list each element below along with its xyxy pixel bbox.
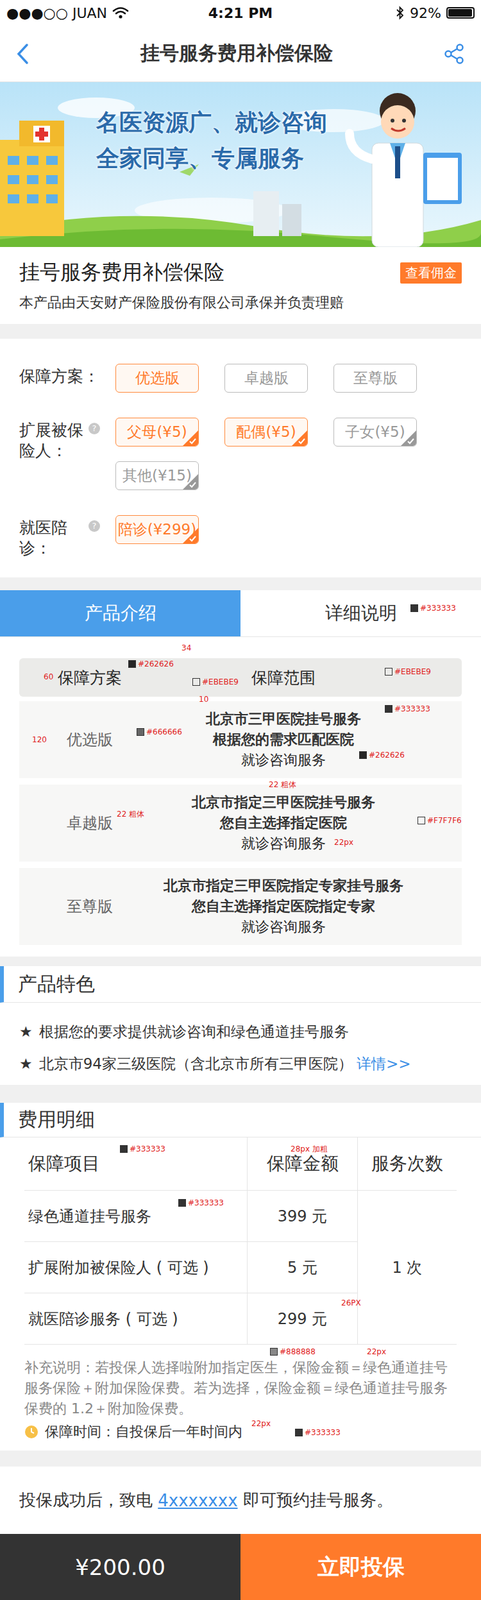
option-group: 就医陪诊：?陪诊(¥299) (19, 514, 462, 559)
help-icon[interactable]: ? (88, 520, 101, 532)
check-corner-icon (291, 430, 308, 446)
feature-item: ★北京市94家三级医院（含北京市所有三甲医院）详情>> (19, 1047, 462, 1080)
wifi-icon (112, 6, 129, 20)
design-annotation: 60 (43, 672, 54, 682)
cost-item: 扩展附加被保险人 ( 可选 ) (24, 1241, 247, 1293)
design-annotation: 26PX (341, 1298, 362, 1308)
page: ●●●○○ JUAN4:21 PM92%挂号服务费用补偿保险名医资源广、就诊咨询… (0, 0, 481, 1600)
coverage-header: 保障方案保障范围 (19, 658, 462, 697)
contact-line: 投保成功后，致电 4xxxxxxx 即可预约挂号服务。 (0, 1466, 481, 1534)
cost-column-header: 服务次数 (357, 1137, 457, 1191)
design-annotation: 22px (251, 1418, 271, 1428)
tab[interactable]: 详细说明 (240, 590, 481, 637)
carrier: ●●●○○ JUAN (6, 5, 108, 22)
tab-bar: 产品介绍详细说明 (0, 590, 481, 637)
clock: 4:21 PM (208, 5, 273, 22)
product-title: 挂号服务费用补偿保险 (19, 258, 225, 287)
options-panel: 保障方案：优选版卓越版至尊版扩展被保险人：?父母(¥5) 配偶(¥5) 子女(¥5)… (0, 338, 481, 578)
design-annotation: #333333 (384, 704, 431, 714)
cost-note: 补充说明：若投保人选择啦附加指定医生，保险金额＝绿色通道挂号服务保险＋附加保险保… (24, 1357, 457, 1419)
help-icon[interactable]: ? (88, 422, 101, 435)
design-annotation: #262626 (359, 750, 405, 760)
option-label: 保障方案： (19, 363, 116, 393)
details-link[interactable]: 详情>> (356, 1053, 412, 1074)
back-icon[interactable] (15, 42, 31, 66)
battery-percent: 92% (409, 5, 442, 22)
option-group: 保障方案：优选版卓越版至尊版 (19, 363, 462, 393)
coverage-row: 卓越版北京市指定三甲医院挂号服务您自主选择指定医院就诊咨询服务 (19, 784, 462, 862)
design-annotation: 22px (366, 1346, 387, 1356)
nav-bar: 挂号服务费用补偿保险 (0, 25, 481, 83)
design-annotation: #F7F7F6 (417, 815, 462, 825)
design-annotation: 22 粗体 (268, 779, 297, 789)
option-button[interactable]: 优选版 (115, 363, 199, 393)
section-title: 费用明细 (0, 1102, 481, 1138)
status-bar: ●●●○○ JUAN 4:21 PM 92% (0, 0, 481, 26)
coverage-period: 保障时间：自投保后一年时间内 (24, 1418, 457, 1445)
check-corner-icon (182, 430, 199, 446)
design-annotation: 10 (198, 694, 209, 704)
option-label: 扩展被保险人：? (19, 417, 116, 462)
cost-item: 就医陪诊服务 ( 可选 ) (24, 1292, 247, 1345)
option-group: 扩展被保险人：?父母(¥5) 配偶(¥5) 子女(¥5) 其他(¥15) (19, 417, 462, 490)
design-annotation: #888888 (270, 1346, 316, 1356)
nav-title: 挂号服务费用补偿保险 (140, 40, 333, 67)
banner-slogan: 名医资源广、就诊咨询 (96, 109, 481, 136)
cost-amount: 299 元 (246, 1292, 358, 1345)
costs-section: 费用明细保障项目保障金额服务次数绿色通道挂号服务399 元扩展附加被保险人 ( … (0, 1102, 481, 1451)
section-title: 产品特色 (0, 965, 481, 1003)
design-annotation: #333333 (178, 1198, 224, 1207)
service-count: 1 次 (357, 1190, 457, 1345)
cost-table: 保障项目保障金额服务次数绿色通道挂号服务399 元扩展附加被保险人 ( 可选 )… (24, 1137, 457, 1345)
option-button[interactable]: 子女(¥5) (333, 417, 417, 447)
bluetooth-icon (395, 5, 405, 20)
share-icon[interactable] (442, 42, 466, 66)
clock-icon (24, 1424, 39, 1439)
design-annotation: #333333 (119, 1144, 166, 1154)
commission-button[interactable]: 查看佣金 (400, 262, 462, 284)
tab[interactable]: 产品介绍 (0, 590, 241, 637)
option-button[interactable]: 陪诊(¥299) (115, 514, 199, 544)
design-annotation: 22 粗体 (116, 809, 145, 819)
check-corner-icon (400, 430, 417, 446)
battery-icon (446, 7, 475, 19)
design-annotation: 120 (32, 734, 47, 744)
check-corner-icon (182, 527, 199, 544)
footer-bar: ¥200.00立即投保 (0, 1533, 481, 1600)
features-section: 产品特色 ★根据您的要求提供就诊咨询和绿色通道挂号服务★北京市94家三级医院（含北… (0, 965, 481, 1085)
option-button[interactable]: 其他(¥15) (115, 461, 199, 490)
buy-button[interactable]: 立即投保 (240, 1533, 481, 1600)
design-annotation: 28px 加粗 (290, 1144, 328, 1154)
option-button[interactable]: 至尊版 (333, 363, 417, 393)
design-annotation: 34 (181, 643, 192, 653)
check-corner-icon (182, 473, 199, 490)
coverage-row: 至尊版北京市指定三甲医院指定专家挂号服务您自主选择指定医院指定专家就诊咨询服务 (19, 867, 462, 945)
option-button[interactable]: 配偶(¥5) (224, 417, 308, 447)
cost-amount: 399 元 (246, 1190, 358, 1242)
total-price: ¥200.00 (0, 1533, 241, 1600)
design-annotation: 22px (334, 837, 354, 847)
product-underwriter: 本产品由天安财产保险股份有限公司承保并负责理赔 (19, 293, 462, 313)
design-annotation: #333333 (295, 1427, 341, 1437)
option-label: 就医陪诊：? (19, 514, 116, 559)
product-header: 挂号服务费用补偿保险 查看佣金本产品由天安财产保险股份有限公司承保并负责理赔 (0, 246, 481, 324)
design-annotation: #666666 (136, 727, 183, 737)
design-annotation: #333333 (410, 603, 456, 613)
coverage-table: 保障方案保障范围优选版北京市三甲医院挂号服务根据您的需求匹配医院就诊咨询服务卓越… (0, 636, 481, 957)
banner-slogan: 全家同享、专属服务 (96, 144, 481, 172)
design-annotation: #262626 (128, 659, 174, 669)
design-annotation: #EBEBE9 (192, 677, 239, 687)
banner: 名医资源广、就诊咨询全家同享、专属服务 (0, 82, 481, 247)
feature-item: ★根据您的要求提供就诊咨询和绿色通道挂号服务 (19, 1015, 462, 1048)
option-button[interactable]: 卓越版 (224, 363, 308, 393)
option-button[interactable]: 父母(¥5) (115, 417, 199, 447)
design-annotation: #EBEBE9 (384, 666, 431, 676)
cost-amount: 5 元 (246, 1241, 358, 1293)
phone-link[interactable]: 4xxxxxxx (157, 1490, 238, 1510)
